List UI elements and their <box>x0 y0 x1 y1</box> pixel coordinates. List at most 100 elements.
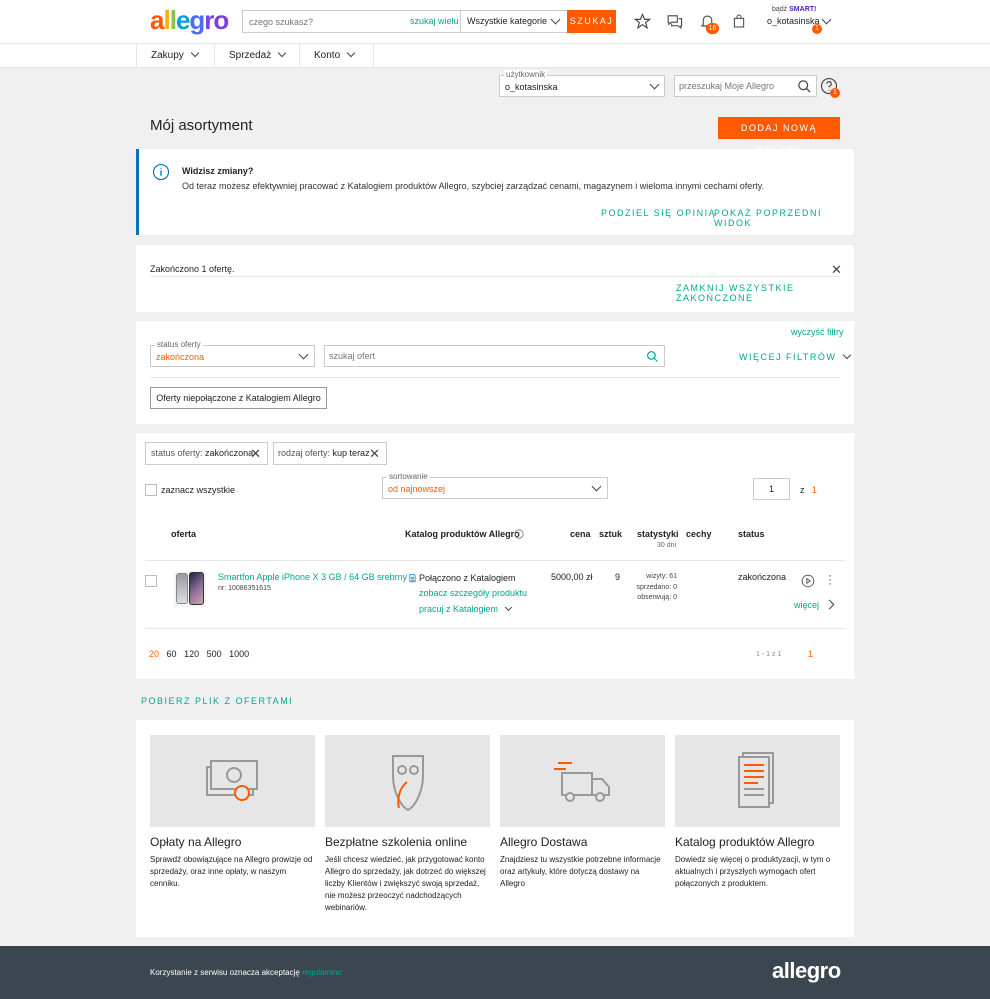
catalog-work-label: pracuj z Katalogiem <box>419 604 499 614</box>
truck-icon <box>554 762 610 802</box>
close-icon[interactable]: ✕ <box>250 443 261 464</box>
offer-title-link[interactable]: Smartfon Apple iPhone X 3 GB / 64 GB sre… <box>218 572 407 582</box>
close-all-ended-link[interactable]: ZAMKNIJ WSZYSTKIE ZAKOŃCZONE <box>676 283 854 303</box>
bag-icon[interactable] <box>731 12 747 30</box>
more-filters-button[interactable]: WIĘCEJ FILTRÓW <box>739 350 852 362</box>
promo-card[interactable]: Bezpłatne szkolenia online Jeśli chcesz … <box>325 735 490 925</box>
phone-front <box>189 572 204 605</box>
category-select[interactable]: Wszystkie kategorie <box>460 11 567 32</box>
play-icon[interactable] <box>801 574 815 588</box>
phone-back <box>176 573 188 604</box>
unlinked-offers-button[interactable]: Oferty niepołączone z Katalogiem Allegro <box>150 387 327 409</box>
select-all-checkbox[interactable] <box>145 484 157 496</box>
page-current[interactable]: 1 <box>808 649 813 659</box>
chevron-down-icon <box>298 349 309 360</box>
star-icon[interactable] <box>634 13 651 30</box>
download-offers-link[interactable]: POBIERZ PLIK Z OFERTAMI <box>141 696 293 706</box>
chip-label: status oferty: <box>151 448 203 458</box>
status-select[interactable]: status oferty zakończona <box>150 340 315 367</box>
smart-promo[interactable]: bądź SMART! <box>772 6 816 13</box>
table-row: Smartfon Apple iPhone X 3 GB / 64 GB sre… <box>145 561 845 629</box>
allegro-logo[interactable]: allegro <box>150 5 229 36</box>
divider <box>150 276 840 277</box>
offer-search <box>324 345 665 367</box>
page-title: Mój asortyment <box>150 117 253 134</box>
ended-offers-box: Zakończono 1 ofertę. ✕ ZAMKNIJ WSZYSTKIE… <box>136 245 854 312</box>
main-nav: Zakupy Sprzedaż Konto <box>0 44 990 68</box>
offer-status: zakończona <box>738 572 787 582</box>
more-link[interactable]: więcej <box>794 600 819 610</box>
ended-text: Zakończono 1 ofertę. <box>150 264 235 274</box>
chevron-down-icon <box>190 48 200 58</box>
chevron-down-icon <box>550 14 561 25</box>
chevron-down-icon[interactable] <box>821 14 832 25</box>
page-of-label: z <box>800 485 805 495</box>
close-icon[interactable]: ✕ <box>369 443 380 464</box>
share-opinion-link[interactable]: PODZIEL SIĘ OPINIĄ <box>601 208 716 218</box>
filter-chip-status: status oferty: zakończona ✕ <box>145 442 268 465</box>
search-input[interactable] <box>243 11 408 32</box>
promo-section: Opłaty na Allegro Sprawdź obowiązujące n… <box>136 720 854 937</box>
catalog-work-link[interactable]: pracuj z Katalogiem <box>419 603 513 614</box>
catalog-status: Połączono z Katalogiem <box>419 573 516 583</box>
promo-card[interactable]: Allegro Dostawa Znajdziesz tu wszystkie … <box>500 735 665 925</box>
catalog-details-link[interactable]: zobacz szczegóły produktu <box>419 588 527 598</box>
user-select[interactable]: użytkownik o_kotasinska <box>499 70 665 97</box>
chevron-down-icon <box>346 48 356 58</box>
info-text: Od teraz możesz efektywniej pracować z K… <box>182 181 765 191</box>
chevron-down-icon <box>649 79 660 90</box>
page-total[interactable]: 1 <box>812 485 817 495</box>
footer-logo[interactable]: allegro <box>772 958 841 984</box>
col-features: cechy <box>686 529 712 539</box>
username[interactable]: o_kotasinska <box>767 16 820 26</box>
nav-label: Sprzedaż <box>229 50 272 61</box>
smart-label: SMART! <box>789 6 817 13</box>
nav-item-zakupy[interactable]: Zakupy <box>136 44 215 68</box>
clear-filters-link[interactable]: wyczyść filtry <box>791 327 844 337</box>
page-size-60[interactable]: 60 <box>167 649 177 659</box>
help-badge: 1 <box>830 88 840 98</box>
stat-watching: obserwują: 0 <box>637 594 677 601</box>
promo-image <box>325 735 490 827</box>
sort-value: od najnowszej <box>388 484 446 494</box>
search-button[interactable]: SZUKAJ <box>567 10 616 33</box>
user-badge: 1 <box>812 24 822 34</box>
promo-card[interactable]: Katalog produktów Allegro Dowiedz się wi… <box>675 735 840 925</box>
add-offer-button[interactable]: DODAJ NOWĄ OFERTĘ <box>718 117 840 155</box>
user-select-value: o_kotasinska <box>505 82 558 92</box>
notifications-badge: 16 <box>706 23 719 34</box>
chevron-down-icon <box>278 48 287 58</box>
nav-item-konto[interactable]: Konto <box>300 44 374 68</box>
my-allegro-search-input[interactable] <box>675 76 790 96</box>
promo-image <box>500 735 665 827</box>
nav-item-sprzedaz[interactable]: Sprzedaż <box>215 44 300 68</box>
search-many-link[interactable]: szukaj wielu <box>410 16 459 26</box>
chevron-down-icon <box>843 350 852 360</box>
chevron-down-icon <box>591 481 602 492</box>
product-thumbnail[interactable] <box>174 571 206 607</box>
previous-view-link[interactable]: POKAŻ POPRZEDNI WIDOK <box>714 208 854 228</box>
page-size-20[interactable]: 20 <box>149 649 159 659</box>
col-status: status <box>738 529 765 539</box>
page-size-1000[interactable]: 1000 <box>229 649 249 659</box>
search-icon[interactable] <box>797 79 812 94</box>
more-options-icon[interactable]: · · · <box>828 569 832 589</box>
page-size-500[interactable]: 500 <box>207 649 222 659</box>
messages-icon[interactable] <box>666 13 683 30</box>
user-select-legend: użytkownik <box>504 70 548 79</box>
sort-legend: sortowanie <box>387 472 430 481</box>
col-stats: statystyki <box>637 529 679 539</box>
row-checkbox[interactable] <box>145 575 157 587</box>
catalog-icon <box>738 752 774 808</box>
promo-card[interactable]: Opłaty na Allegro Sprawdź obowiązujące n… <box>150 735 315 925</box>
offer-search-input[interactable] <box>325 346 635 366</box>
page-size-120[interactable]: 120 <box>184 649 199 659</box>
document-icon <box>409 573 416 583</box>
info-icon[interactable] <box>514 529 524 539</box>
page-input[interactable]: 1 <box>753 478 790 500</box>
chevron-right-icon[interactable] <box>824 599 835 610</box>
terms-link[interactable]: regulaminu <box>302 968 342 977</box>
promo-text: Dowiedz się więcej o produktyzacji, w ty… <box>675 855 831 888</box>
sort-select[interactable]: sortowanie od najnowszej <box>382 472 608 499</box>
search-icon[interactable] <box>646 350 659 363</box>
